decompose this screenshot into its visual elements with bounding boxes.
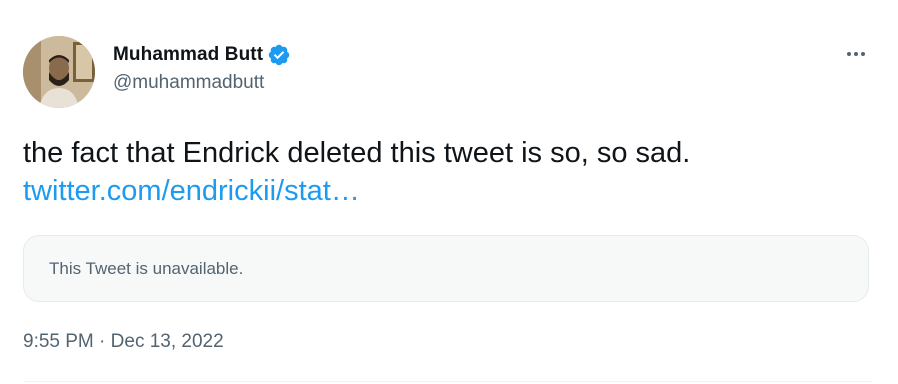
avatar[interactable] (23, 36, 95, 108)
tweet-date: Dec 13, 2022 (110, 331, 224, 352)
tweet-timestamp[interactable]: 9:55 PM · Dec 13, 2022 (23, 331, 224, 353)
author-display-name[interactable]: Muhammad Butt (113, 44, 263, 66)
avatar-image (23, 36, 95, 108)
more-options-icon (847, 52, 865, 56)
tweet: Muhammad Butt @muhammadbutt the fact tha… (0, 0, 898, 384)
author-name-row: Muhammad Butt (113, 41, 291, 69)
tweet-time: 9:55 PM (23, 331, 94, 352)
tweet-link[interactable]: twitter.com/endrickii/stat… (23, 175, 360, 207)
quoted-tweet-unavailable-text: This Tweet is unavailable. (49, 258, 244, 278)
divider (23, 381, 873, 382)
tweet-text: the fact that Endrick deleted this tweet… (23, 137, 691, 169)
more-options-button[interactable] (838, 42, 874, 66)
tweet-body: the fact that Endrick deleted this tweet… (23, 134, 873, 210)
author-handle[interactable]: @muhammadbutt (113, 72, 264, 94)
verified-badge-icon (267, 43, 291, 67)
quoted-tweet-card[interactable]: This Tweet is unavailable. (23, 235, 869, 302)
timestamp-separator: · (99, 331, 106, 352)
